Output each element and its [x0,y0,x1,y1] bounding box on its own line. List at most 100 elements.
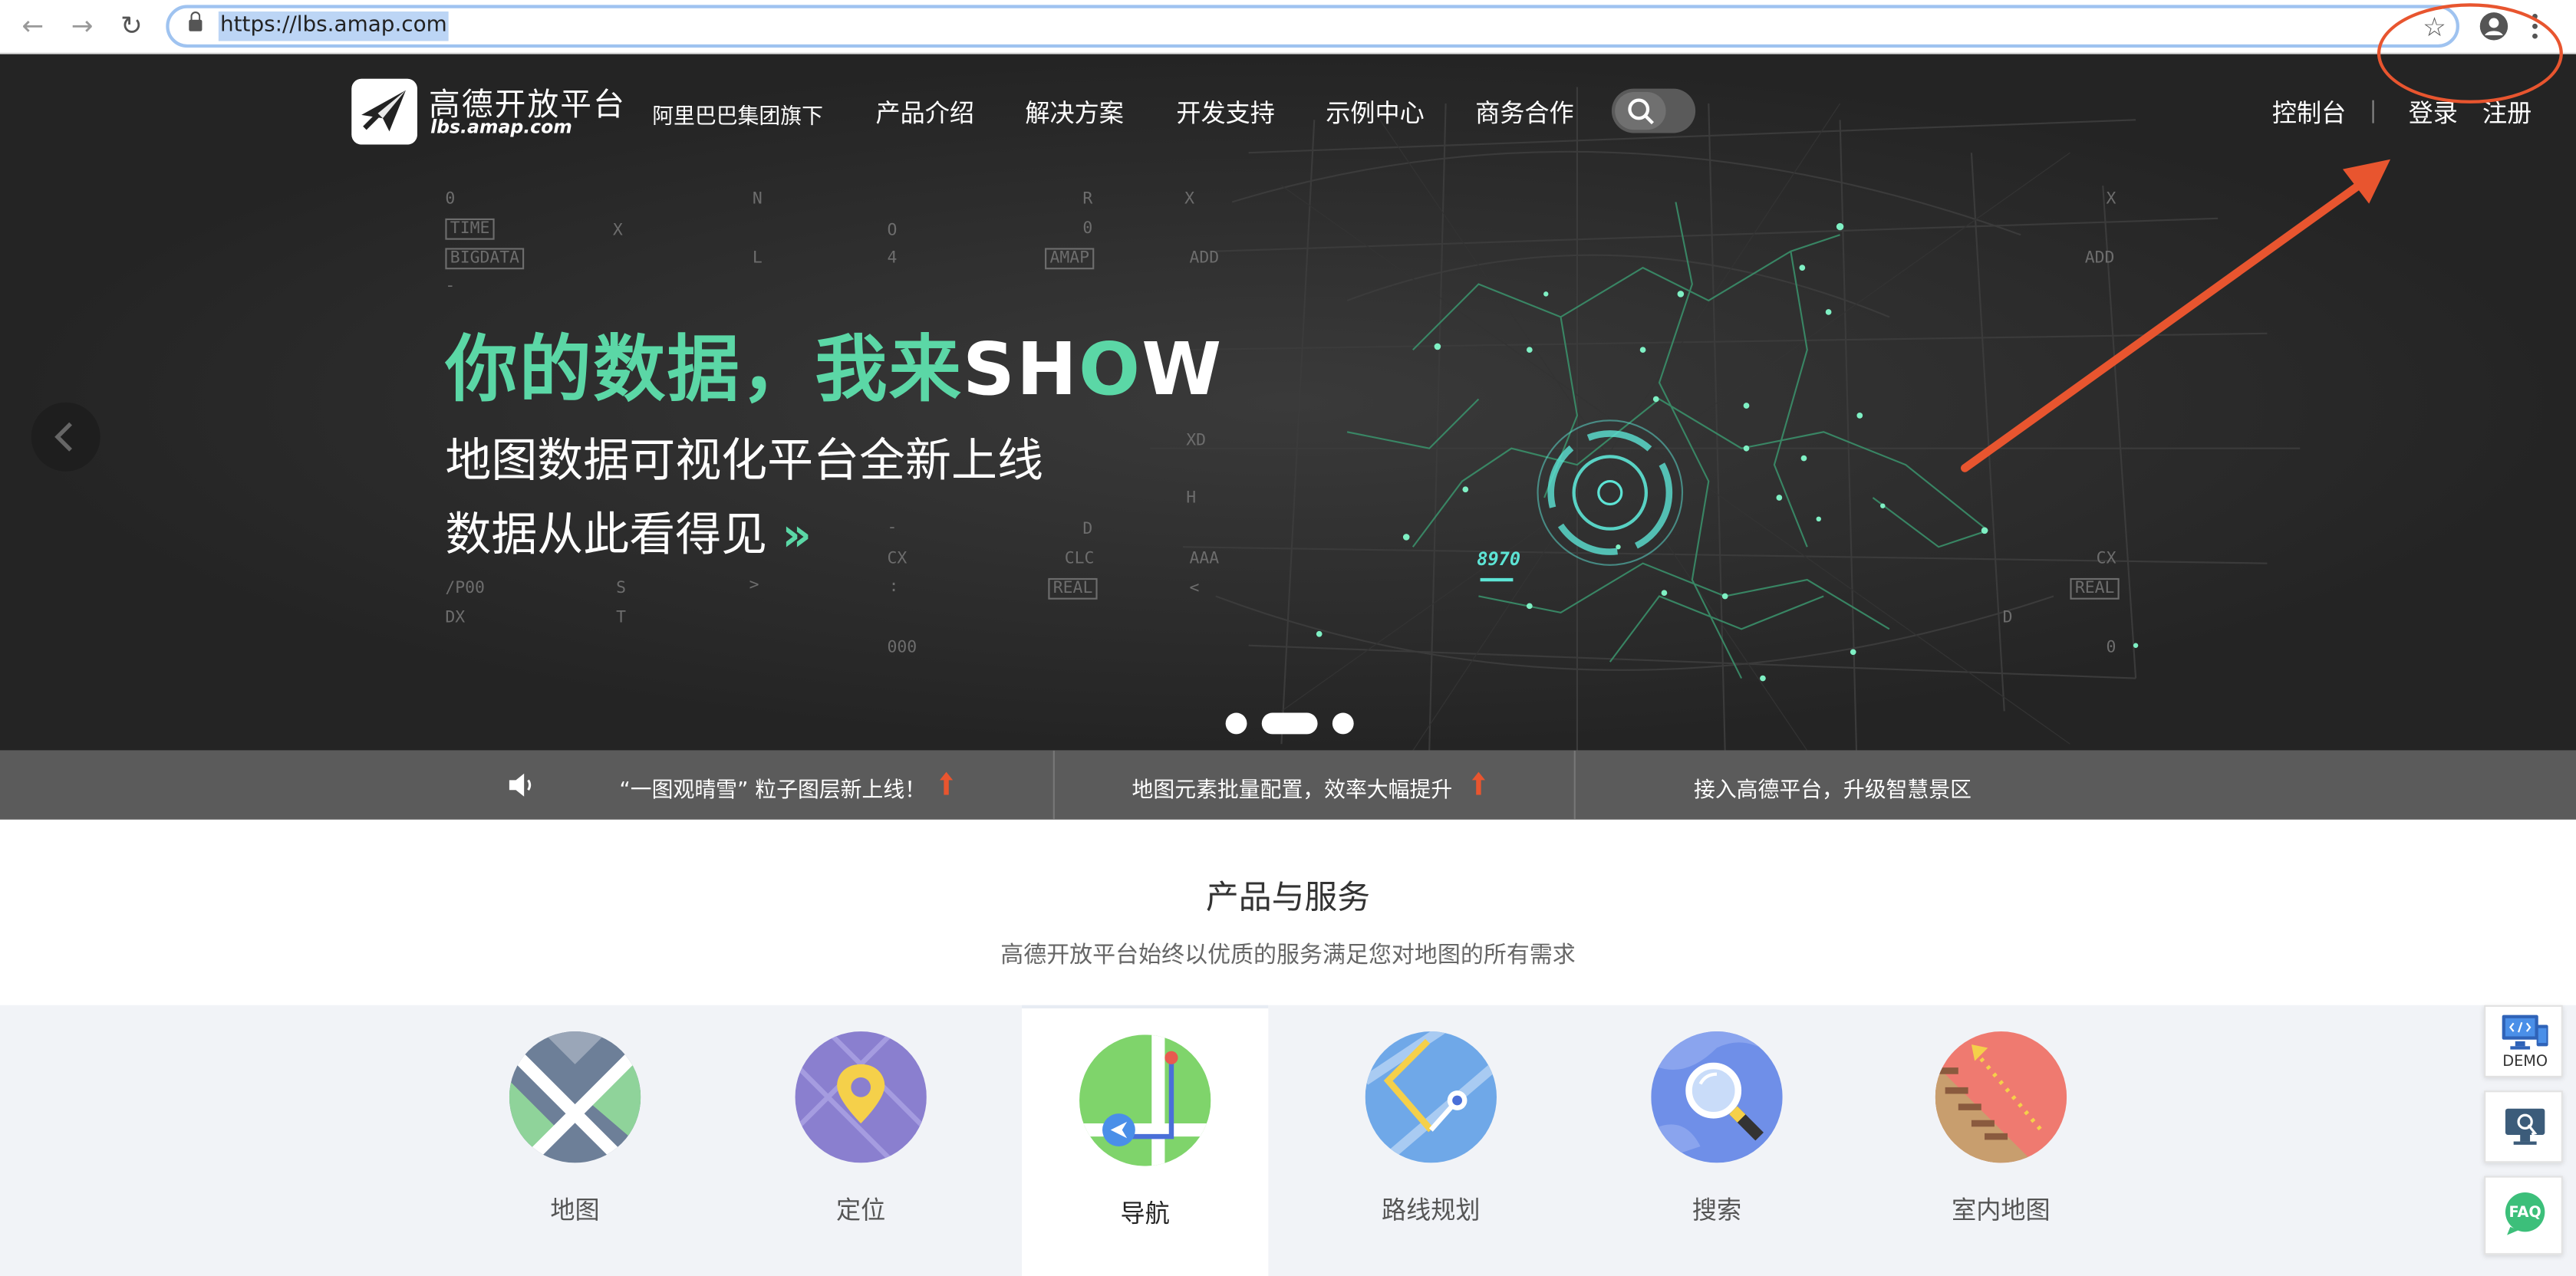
address-bar[interactable]: https://lbs.amap.com ☆ [166,5,2459,48]
deco-text: AAA [1189,550,1220,569]
section-subtitle: 高德开放平台始终以优质的服务满足您对地图的所有需求 [1000,942,1576,969]
deco-text: O [887,222,898,240]
console-link[interactable]: 控制台 [2272,95,2346,130]
deco-text: BIGDATA [445,248,525,270]
news-item-2[interactable]: 地图元素批量配置，效率大幅提升 [1132,772,1453,803]
monitor-button[interactable] [2484,1090,2563,1163]
lock-icon [189,11,203,33]
reload-icon[interactable]: ↻ [117,11,147,41]
product-location[interactable]: 定位 [738,1005,984,1276]
deco-text: R [1082,190,1093,209]
deco-text: D [1082,520,1093,539]
headline-text: 你的数据，我来 [445,328,963,413]
nav-solutions[interactable]: 解决方案 [1025,95,1124,130]
headline-show: SHOW [962,328,1224,413]
product-label: 地图 [550,1195,600,1225]
up-arrow-icon [939,771,954,795]
deco-text: D [2002,609,2013,628]
up-arrow-icon [1471,771,1486,795]
product-route-planning[interactable]: 路线规划 [1308,1005,1554,1276]
search-icon [1651,1031,1783,1163]
faq-label: FAQ [2508,1205,2541,1222]
deco-text: TIME [445,218,495,240]
faq-button[interactable]: FAQ [2484,1176,2563,1255]
deco-text: CX [2096,550,2116,569]
product-label: 导航 [1120,1199,1170,1229]
product-navigation[interactable]: 导航 [1022,1005,1269,1276]
deco-text: N [752,190,763,209]
section-title: 产品与服务 [1205,876,1371,917]
nav-business[interactable]: 商务合作 [1475,95,1574,130]
nav-product-intro[interactable]: 产品介绍 [875,95,974,130]
browser-toolbar: ← → ↻ https://lbs.amap.com ☆ [0,0,2576,54]
deco-text: < [1189,580,1200,598]
chevron-left-icon [54,422,72,452]
deco-text: AMAP [1045,248,1095,270]
deco-text: CX [887,550,908,569]
annotation-circle [2377,3,2563,104]
deco-text: ADD [1189,249,1220,268]
nav-divider [2372,100,2374,123]
hero-subtitle-2: 数据从此看得见 » [445,507,812,562]
deco-text: 0 [2106,639,2116,657]
forward-arrow-icon[interactable]: → [68,11,97,41]
monitor-icon [2505,1108,2545,1145]
navigation-icon [1079,1034,1211,1166]
product-map[interactable]: 地图 [452,1005,698,1276]
deco-text: S [616,580,627,598]
product-indoor-map[interactable]: 室内地图 [1878,1005,2124,1276]
search-toggle[interactable] [1611,88,1696,133]
deco-text: L [752,249,763,268]
deco-text: DX [445,609,466,628]
product-label: 搜索 [1692,1195,1742,1225]
products-row: 地图 定位 导航 路线规划 搜索 室内地图 [0,1005,2576,1276]
deco-text: X [612,222,623,240]
deco-text: T [616,609,627,628]
deco-text: 0 [1082,220,1093,238]
map-icon [509,1031,641,1163]
carousel-dot-2-active[interactable] [1261,712,1318,735]
nav-dev-support[interactable]: 开发支持 [1176,95,1275,130]
news-item-3[interactable]: 接入高德平台，升级智慧景区 [1694,772,1972,803]
product-label: 路线规划 [1382,1195,1481,1225]
deco-text: 4 [887,249,898,268]
url-text[interactable]: https://lbs.amap.com [218,11,449,41]
group-text: 阿里巴巴集团旗下 [652,105,823,130]
amap-logo-icon[interactable] [351,78,417,145]
deco-text: REAL [2070,577,2120,600]
chevron-right-icon[interactable]: » [782,508,812,562]
carousel-dot-1[interactable] [1225,712,1247,735]
product-label: 定位 [836,1195,886,1225]
product-search[interactable]: 搜索 [1593,1005,1840,1276]
hero-subtitle-1: 地图数据可视化平台全新上线 [445,433,1043,488]
hero-banner: 0 TIME BIGDATA - X N L O 4 R 0 AMAP X AD… [0,54,2576,751]
deco-text: ADD [2084,249,2115,268]
demo-label: DEMO [2502,1054,2548,1071]
site-header: 高德开放平台 lbs.amap.com 阿里巴巴集团旗下 产品介绍 解决方案 开… [0,54,2576,166]
deco-text: XD [1186,432,1207,450]
deco-text: REAL [1048,577,1098,600]
carousel-dot-3[interactable] [1332,712,1354,735]
deco-text: 000 [887,639,917,657]
back-arrow-icon[interactable]: ← [18,11,48,41]
deco-text: : [888,577,899,597]
hud-value: 8970 [1477,548,1521,571]
deco-text: 0 [445,190,456,209]
speaker-icon [509,773,532,797]
deco-text: - [887,518,898,538]
deco-text: X [2106,190,2116,209]
indoor-map-icon [1935,1031,2067,1163]
demo-monitor-icon [2502,1015,2548,1050]
deco-text: H [1186,489,1197,508]
logo-subtitle[interactable]: lbs.amap.com [430,117,572,138]
deco-text: X [1184,190,1195,209]
deco-text: > [749,576,759,595]
deco-text: CLC [1064,550,1095,569]
news-item-1[interactable]: “一图观晴雪” 粒子图层新上线！ [619,772,926,803]
carousel-prev-button[interactable] [31,402,100,472]
search-icon[interactable] [1626,97,1656,127]
deco-text: - [445,277,456,296]
demo-button[interactable]: DEMO [2484,1005,2563,1078]
hero-headline: 你的数据，我来SHOW [445,311,1223,416]
nav-examples[interactable]: 示例中心 [1326,95,1425,130]
